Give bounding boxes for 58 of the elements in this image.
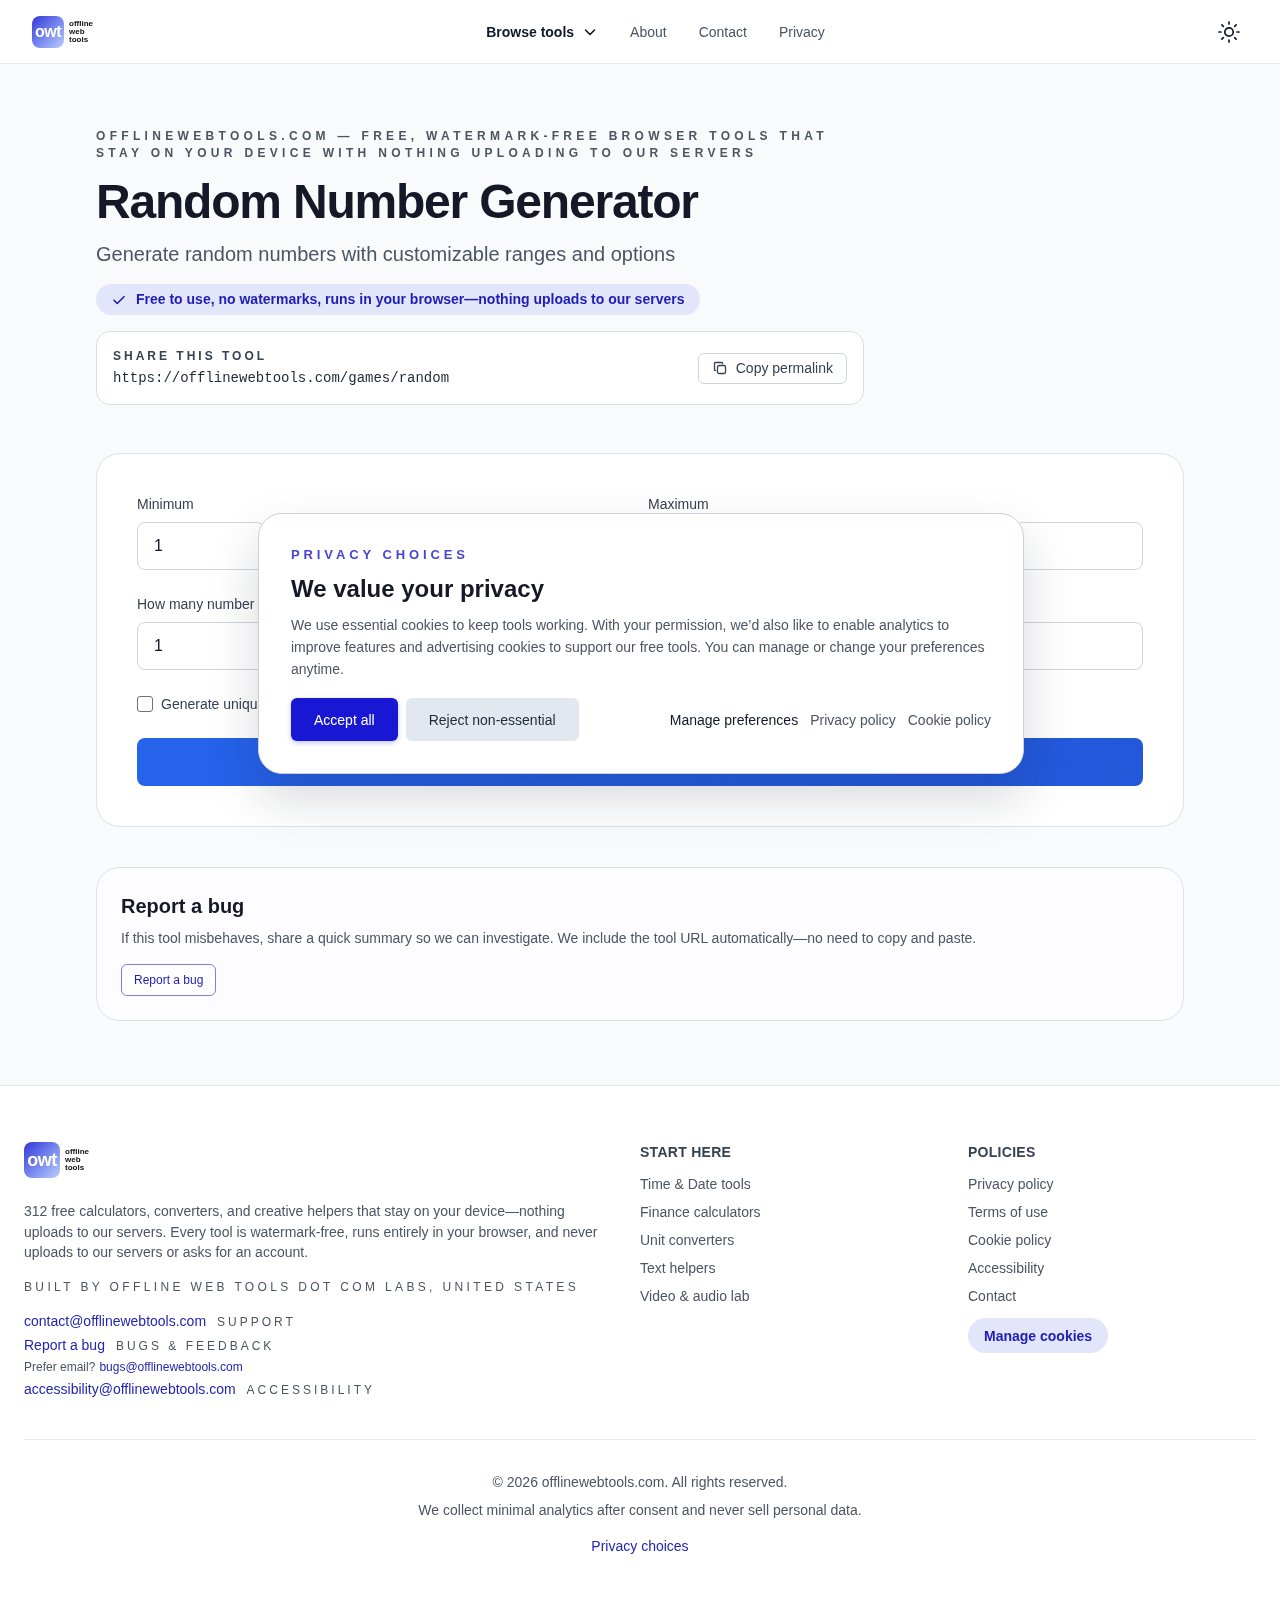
- privacy-choices-link[interactable]: Privacy choices: [591, 1535, 689, 1556]
- column-heading: POLICIES: [968, 1143, 1036, 1162]
- dialog-link[interactable]: Privacy policy: [810, 709, 896, 730]
- reject-button[interactable]: Reject non-essential: [405, 698, 579, 741]
- field-label: Minimum: [137, 495, 194, 514]
- footer-link[interactable]: Contact: [968, 1286, 1017, 1306]
- dialog-text: We use essential cookies to keep tools working. With your permission, we’d also like to enable analytics to improve features and advertising cookies to support our free tools. You can manage or change your preferences anytime.: [291, 616, 986, 679]
- dialog-link[interactable]: Manage preferences: [669, 709, 799, 730]
- checkbox-label: Generate uniqu: [161, 695, 258, 714]
- card-description: If this tool misbehaves, share a quick summary so we can investigate. We include the tool URL automatically—no need to copy and paste.: [121, 929, 978, 948]
- site-tagline: OFFLINEWEBTOOLS.COM — FREE, WATERMARK-FREE BROWSER TOOLS THAT STAY ON YOUR DEVICE WITH NOTHING UPLOADING TO OUR SERVERS: [96, 128, 829, 161]
- page-title: Random Number Generator: [96, 175, 700, 228]
- logo-mark: owt: [24, 1142, 60, 1178]
- footer-link[interactable]: Time & Date tools: [640, 1174, 751, 1194]
- note-text: Prefer email?: [24, 1358, 96, 1375]
- footer-link[interactable]: Cookie policy: [968, 1230, 1052, 1250]
- footer-link[interactable]: Video & audio lab: [640, 1286, 750, 1306]
- email-link[interactable]: bugs@offlinewebtools.com: [99, 1358, 243, 1375]
- manage-cookies-button[interactable]: Manage cookies: [968, 1318, 1109, 1353]
- nav-link[interactable]: Privacy: [778, 23, 825, 40]
- nav-link[interactable]: Contact: [698, 23, 747, 40]
- browse-menu-button[interactable]: Browse tools: [486, 23, 599, 40]
- copyright-text: © 2026 offlinewebtools.com. All rights reserved.: [492, 1472, 788, 1492]
- footer-link[interactable]: Accessibility: [968, 1258, 1045, 1278]
- logo-wordmark: offline web tools: [65, 1148, 89, 1172]
- checkbox[interactable]: [137, 696, 153, 712]
- dialog-eyebrow: PRIVACY CHOICES: [291, 546, 470, 564]
- copy-icon: [712, 361, 727, 375]
- badge-text: Free to use, no watermarks, runs in your browser—nothing uploads to our servers: [136, 290, 685, 309]
- footer-link[interactable]: Report a bug: [24, 1334, 105, 1355]
- analytics-note: We collect minimal analytics after consent and never sell personal data.: [418, 1500, 862, 1520]
- report-bug-button[interactable]: Report a bug: [121, 964, 217, 996]
- page-subtitle: Generate random numbers with customizable ranges and options: [96, 242, 677, 267]
- nav-link[interactable]: About: [630, 23, 667, 40]
- footer-link[interactable]: contact@offlinewebtools.com: [24, 1310, 207, 1331]
- built-by-text: BUILT BY OFFLINE WEB TOOLS DOT COM LABS, UNITED STATES: [24, 1278, 581, 1295]
- logo-wordmark: offline web tools: [69, 19, 93, 44]
- dialog-link[interactable]: Cookie policy: [907, 709, 991, 730]
- sun-icon[interactable]: [1218, 20, 1240, 43]
- field-label: Maximum: [648, 495, 709, 514]
- field-label: How many number: [137, 595, 255, 614]
- card-title: Report a bug: [121, 894, 246, 919]
- share-label: SHARE THIS TOOL: [113, 348, 269, 364]
- copy-permalink-button[interactable]: Copy permalink: [697, 352, 847, 384]
- footer-link[interactable]: Unit converters: [640, 1230, 735, 1250]
- footer-link[interactable]: Finance calculators: [640, 1202, 761, 1222]
- column-heading: START HERE: [640, 1143, 732, 1162]
- footer-link[interactable]: accessibility@offlinewebtools.com: [24, 1378, 236, 1399]
- permalink-url: https://offlinewebtools.com/games/random: [113, 369, 450, 388]
- footer-link[interactable]: Text helpers: [640, 1258, 716, 1278]
- accept-all-button[interactable]: Accept all: [291, 698, 398, 741]
- footer-link[interactable]: Terms of use: [968, 1202, 1049, 1222]
- link-caption: BUGS & FEEDBACK: [115, 1337, 275, 1354]
- dialog-title: We value your privacy: [291, 574, 545, 604]
- footer-link[interactable]: Privacy policy: [968, 1174, 1054, 1194]
- footer-description: 312 free calculators, converters, and creative helpers that stay on your device—nothing uploads to our servers. Every tool is watermark-free, runs entirely in your browser, and never uploads to our servers or asks for an account.: [24, 1202, 599, 1262]
- link-caption: SUPPORT: [217, 1313, 296, 1330]
- link-caption: ACCESSIBILITY: [246, 1381, 375, 1398]
